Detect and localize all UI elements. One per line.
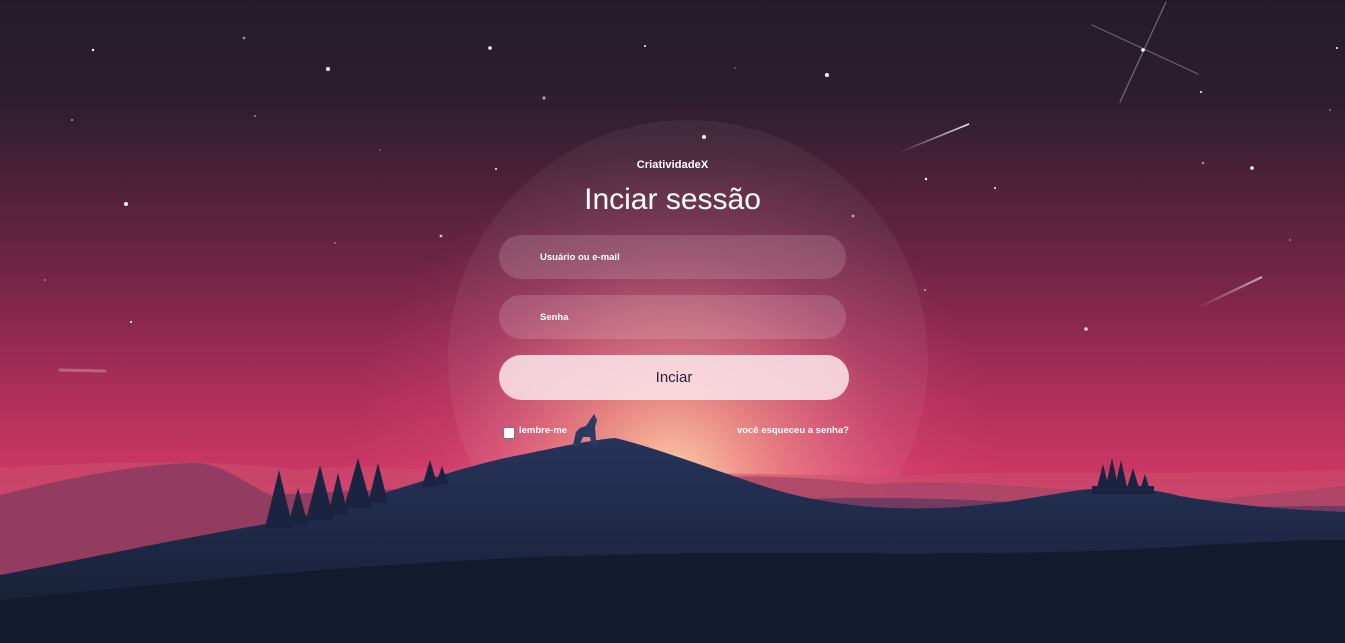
brand-name: CriatividadeX [636,159,709,171]
remember-me-checkbox[interactable] [503,427,515,439]
username-input[interactable] [499,235,846,279]
password-field [499,295,846,339]
password-input[interactable] [499,295,846,339]
forgot-password-link[interactable]: você esqueceu a senha? [737,425,849,436]
page-title: Inciar sessão [584,183,761,216]
username-field [499,235,846,279]
login-button[interactable]: Inciar [499,355,849,400]
remember-me-label[interactable]: lembre-me [519,425,567,436]
shooting-star [58,368,107,373]
